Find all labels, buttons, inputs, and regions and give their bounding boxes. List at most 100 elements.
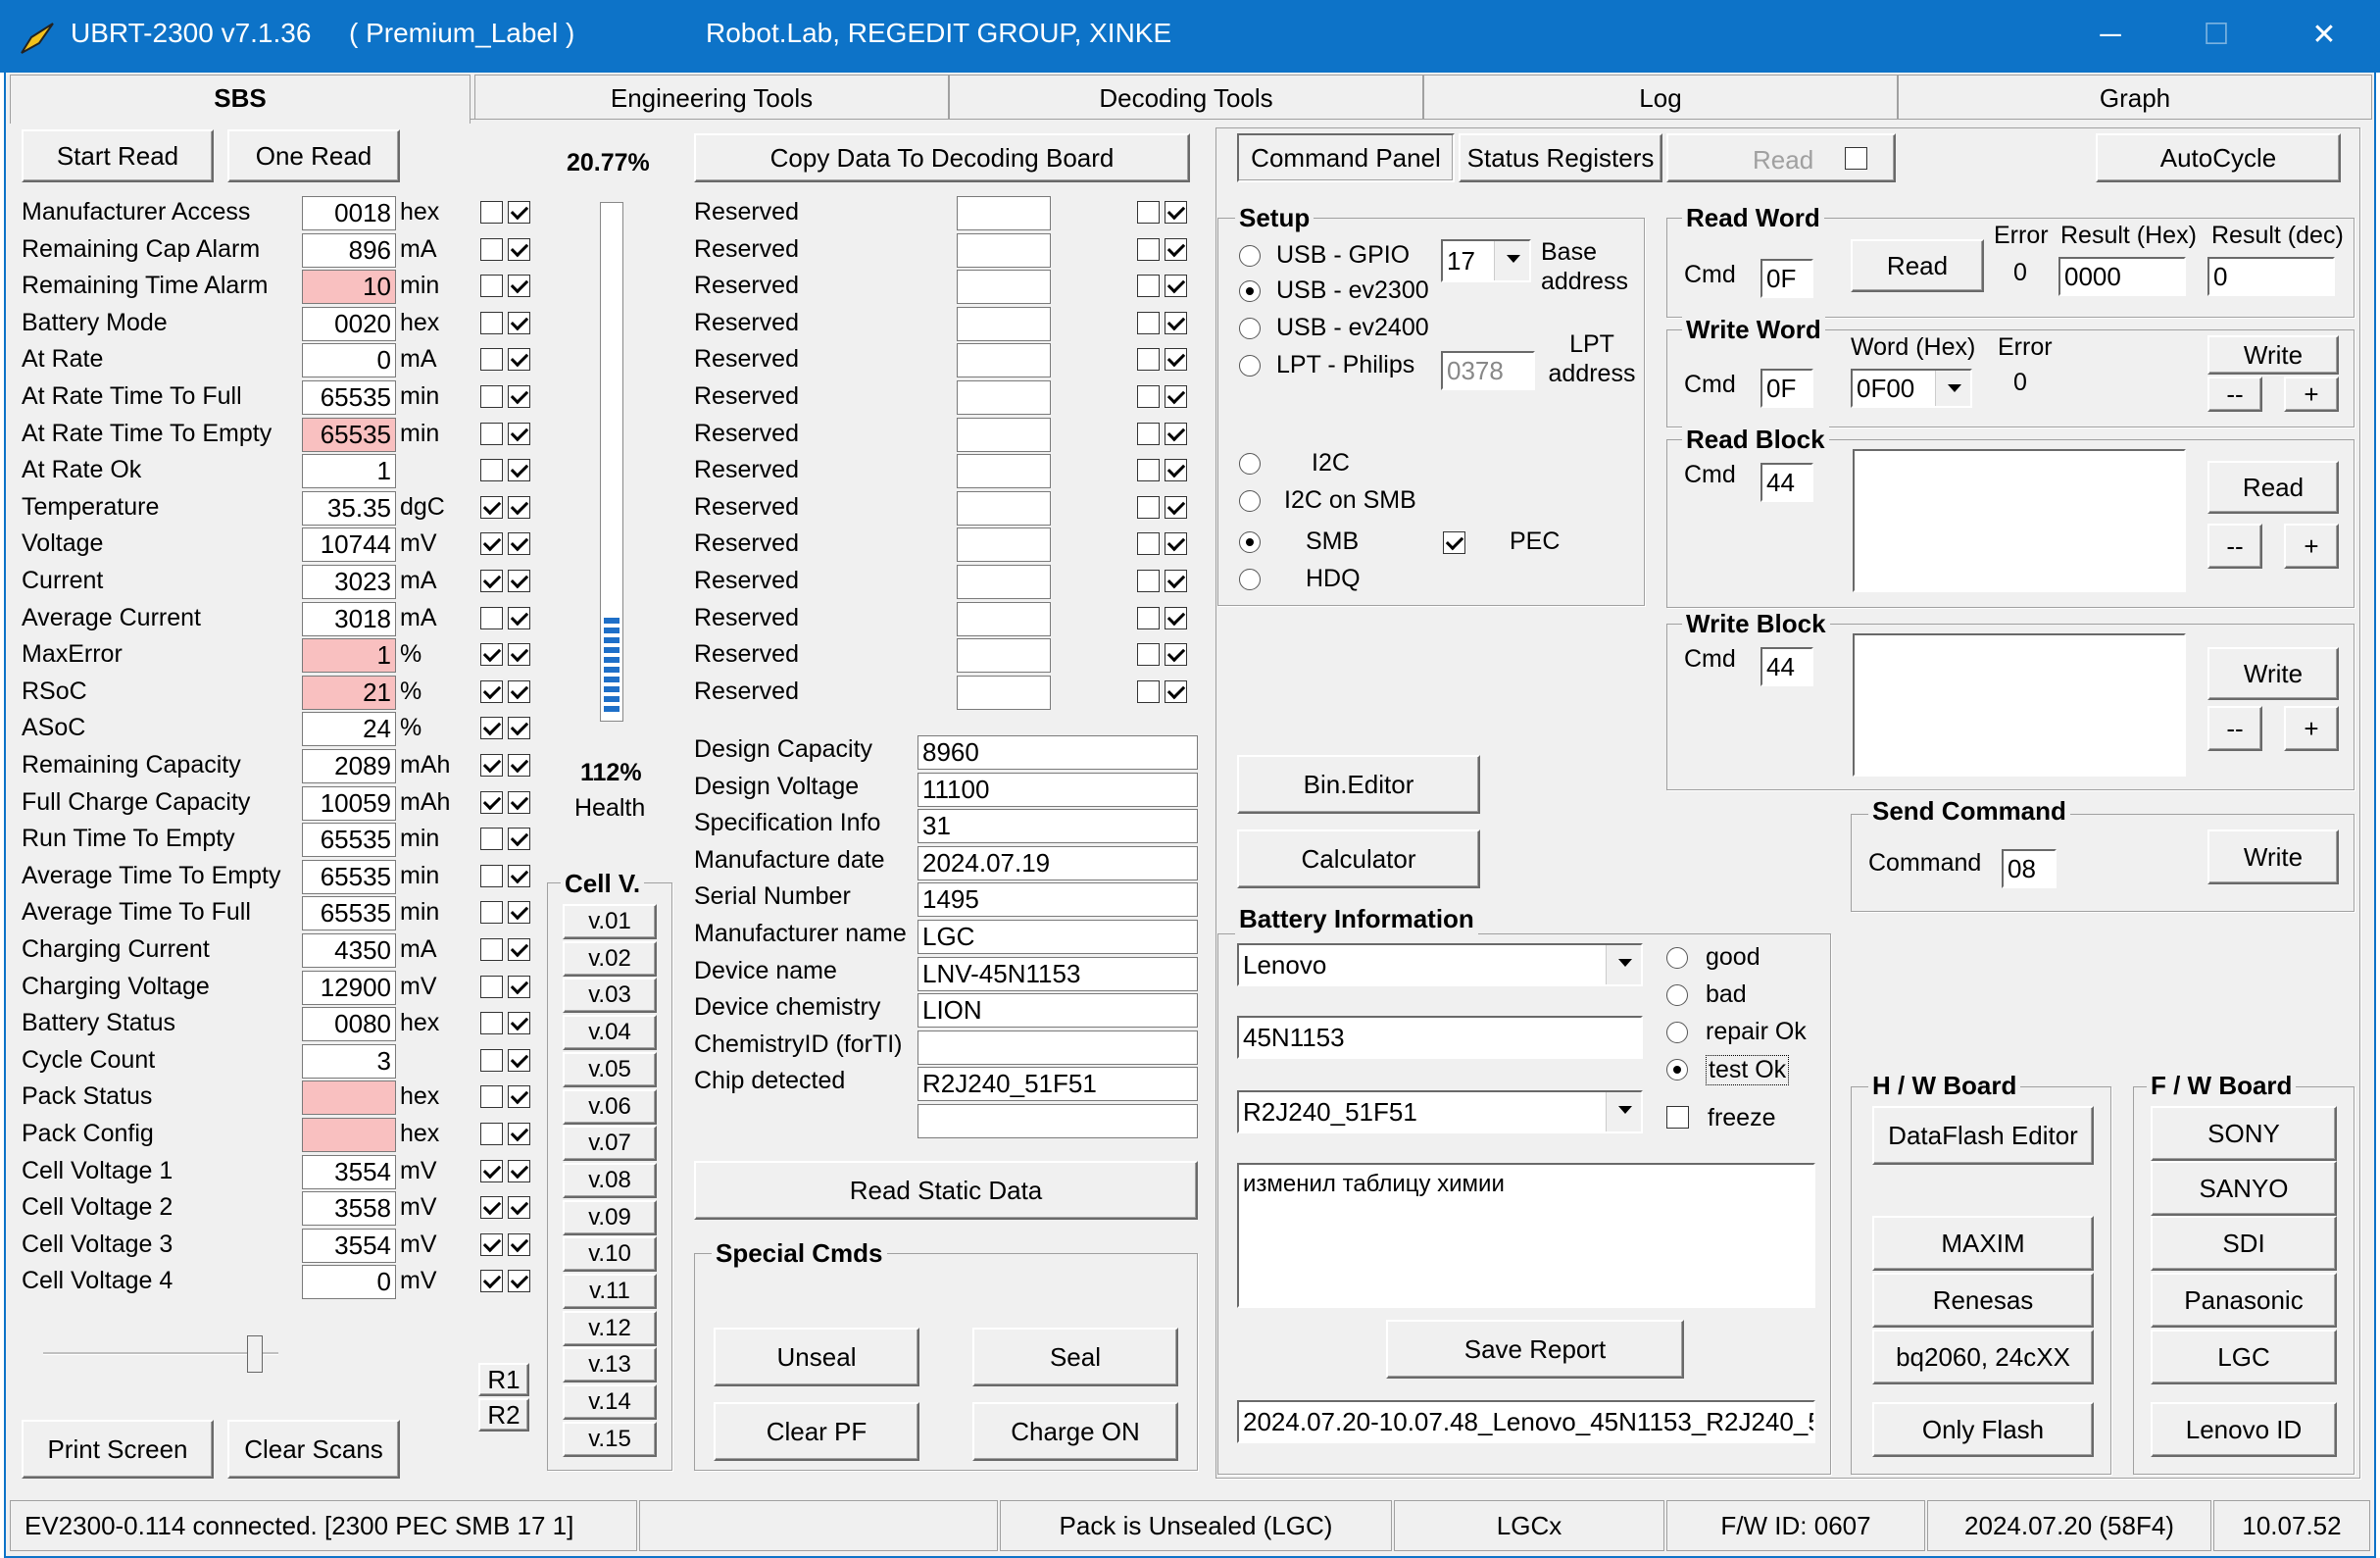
read-block-output[interactable] — [1853, 449, 2186, 592]
sbs-row-read-checkbox[interactable] — [508, 606, 530, 629]
tab-command-panel[interactable]: Command Panel — [1237, 133, 1455, 182]
lgc-button[interactable]: LGC — [2151, 1330, 2337, 1384]
static-value[interactable] — [917, 1030, 1198, 1065]
cell-v-button[interactable]: v.05 — [563, 1051, 657, 1087]
pec-checkbox[interactable] — [1443, 531, 1465, 554]
sbs-row-value[interactable]: 1 — [302, 638, 396, 674]
read-word-cmd-field[interactable]: 0F — [1760, 259, 1813, 298]
write-block-button[interactable]: Write — [2207, 647, 2339, 700]
sbs-row-log-checkbox[interactable] — [480, 311, 503, 334]
test-ok-radio[interactable] — [1666, 1059, 1688, 1081]
cell-v-button[interactable]: v.10 — [563, 1236, 657, 1273]
autocycle-button[interactable]: AutoCycle — [2096, 133, 2341, 182]
sbs-row-read-checkbox[interactable] — [508, 495, 530, 519]
write-word-plus-button[interactable]: + — [2284, 377, 2339, 412]
sbs-row-log-checkbox[interactable] — [480, 938, 503, 961]
reserved-value[interactable] — [957, 232, 1051, 268]
cell-v-button[interactable]: v.03 — [563, 978, 657, 1014]
save-report-button[interactable]: Save Report — [1386, 1320, 1684, 1379]
sbs-row-read-checkbox[interactable] — [508, 201, 530, 224]
reserved-log-checkbox[interactable] — [1137, 311, 1160, 334]
sbs-row-value[interactable] — [302, 1081, 396, 1116]
reserved-value[interactable] — [957, 638, 1051, 674]
sbs-row-log-checkbox[interactable] — [480, 1012, 503, 1035]
sbs-row-log-checkbox[interactable] — [480, 201, 503, 224]
static-value[interactable]: LION — [917, 993, 1198, 1029]
repair-ok-radio[interactable] — [1666, 1022, 1688, 1043]
sbs-row-log-checkbox[interactable] — [480, 1048, 503, 1072]
sbs-row-log-checkbox[interactable] — [480, 532, 503, 556]
reserved-log-checkbox[interactable] — [1137, 643, 1160, 667]
reserved-read-checkbox[interactable] — [1165, 422, 1187, 445]
r2-button[interactable]: R2 — [478, 1398, 529, 1432]
chevron-down-icon[interactable] — [1935, 371, 1970, 406]
cell-v-button[interactable]: v.15 — [563, 1421, 657, 1457]
sbs-row-read-checkbox[interactable] — [508, 1012, 530, 1035]
calculator-button[interactable]: Calculator — [1237, 829, 1480, 888]
note-textarea[interactable]: изменил таблицу химии — [1237, 1163, 1815, 1308]
copy-data-button[interactable]: Copy Data To Decoding Board — [694, 133, 1190, 182]
sbs-row-read-checkbox[interactable] — [508, 975, 530, 998]
sbs-row-read-checkbox[interactable] — [508, 754, 530, 777]
read-block-button[interactable]: Read — [2207, 461, 2339, 514]
chip-select[interactable]: R2J240_51F51 — [1237, 1090, 1643, 1133]
sbs-row-log-checkbox[interactable] — [480, 828, 503, 851]
sbs-row-log-checkbox[interactable] — [480, 237, 503, 261]
sbs-row-value[interactable]: 65535 — [302, 380, 396, 415]
write-block-plus-button[interactable]: + — [2284, 706, 2339, 751]
sbs-row-log-checkbox[interactable] — [480, 1123, 503, 1145]
reserved-log-checkbox[interactable] — [1137, 495, 1160, 519]
static-value[interactable]: R2J240_51F51 — [917, 1067, 1198, 1102]
sony-button[interactable]: SONY — [2151, 1106, 2337, 1161]
static-value[interactable]: LNV-45N1153 — [917, 956, 1198, 991]
close-button[interactable]: ✕ — [2300, 14, 2349, 59]
minimize-button[interactable]: ─ — [2086, 14, 2135, 59]
sbs-row-value[interactable]: 1 — [302, 454, 396, 489]
sbs-row-read-checkbox[interactable] — [508, 901, 530, 925]
sbs-row-value[interactable]: 65535 — [302, 417, 396, 452]
sbs-row-read-checkbox[interactable] — [508, 938, 530, 961]
lpt-address-field[interactable]: 0378 — [1441, 351, 1535, 390]
reserved-read-checkbox[interactable] — [1165, 459, 1187, 482]
reserved-read-checkbox[interactable] — [1165, 348, 1187, 372]
usb-ev2400-radio[interactable] — [1239, 318, 1261, 339]
cell-v-button[interactable]: v.04 — [563, 1015, 657, 1051]
reserved-value[interactable] — [957, 490, 1051, 526]
sbs-row-log-checkbox[interactable] — [480, 385, 503, 408]
part-number-field[interactable]: 45N1153 — [1237, 1016, 1643, 1059]
read-word-button[interactable]: Read — [1851, 239, 1984, 292]
sbs-row-read-checkbox[interactable] — [508, 1196, 530, 1220]
sdi-button[interactable]: SDI — [2151, 1216, 2337, 1271]
sbs-row-log-checkbox[interactable] — [480, 975, 503, 998]
sbs-row-log-checkbox[interactable] — [480, 754, 503, 777]
cell-v-button[interactable]: v.01 — [563, 904, 657, 939]
sbs-row-value[interactable]: 3554 — [302, 1154, 396, 1189]
sbs-row-value[interactable] — [302, 1118, 396, 1152]
sbs-row-log-checkbox[interactable] — [480, 1085, 503, 1109]
freeze-checkbox[interactable] — [1666, 1106, 1689, 1129]
start-read-button[interactable]: Start Read — [22, 129, 214, 182]
sbs-row-value[interactable]: 65535 — [302, 823, 396, 858]
sbs-row-read-checkbox[interactable] — [508, 643, 530, 667]
sbs-row-read-checkbox[interactable] — [508, 679, 530, 703]
chevron-down-icon[interactable] — [1606, 1092, 1641, 1131]
reserved-read-checkbox[interactable] — [1165, 570, 1187, 592]
reserved-log-checkbox[interactable] — [1137, 679, 1160, 703]
sbs-row-value[interactable]: 2089 — [302, 749, 396, 783]
cell-v-button[interactable]: v.07 — [563, 1126, 657, 1162]
sbs-row-value[interactable]: 10059 — [302, 785, 396, 821]
hdq-radio[interactable] — [1239, 569, 1261, 590]
reserved-value[interactable] — [957, 454, 1051, 489]
sbs-row-log-checkbox[interactable] — [480, 901, 503, 925]
sbs-row-read-checkbox[interactable] — [508, 1159, 530, 1182]
maxim-button[interactable]: MAXIM — [1872, 1216, 2094, 1271]
reserved-log-checkbox[interactable] — [1137, 201, 1160, 224]
reserved-log-checkbox[interactable] — [1137, 422, 1160, 445]
bad-radio[interactable] — [1666, 984, 1688, 1006]
sbs-row-read-checkbox[interactable] — [508, 532, 530, 556]
sbs-row-read-checkbox[interactable] — [508, 1048, 530, 1072]
sbs-row-value[interactable]: 3018 — [302, 601, 396, 636]
sbs-row-value[interactable]: 3558 — [302, 1191, 396, 1227]
cell-v-button[interactable]: v.13 — [563, 1347, 657, 1383]
sbs-row-log-checkbox[interactable] — [480, 348, 503, 372]
